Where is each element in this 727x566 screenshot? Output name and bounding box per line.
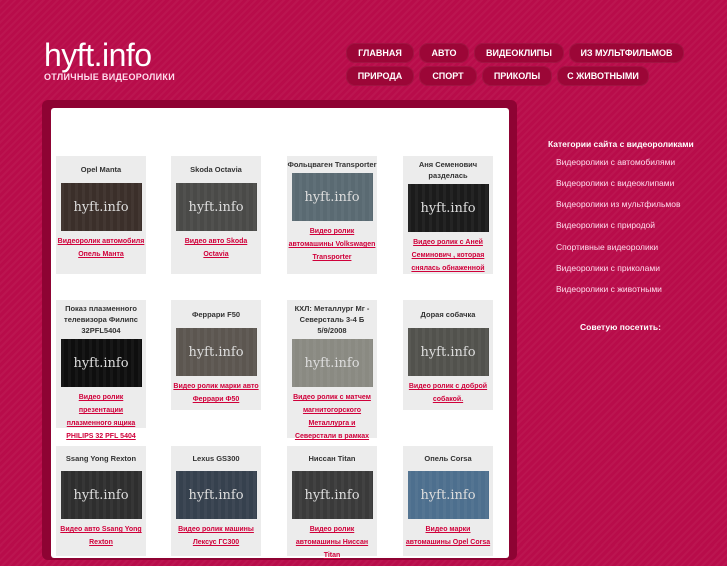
watermark-logo: hyft.info xyxy=(188,200,244,215)
video-link[interactable]: Видео ролик с доброй собакой. xyxy=(403,380,493,410)
watermark-logo: hyft.info xyxy=(73,200,129,215)
video-title: КХЛ: Металлург Мг - Северсталь 3-4 Б 5/9… xyxy=(294,304,370,335)
video-thumbnail[interactable]: hyft.info xyxy=(60,183,142,231)
video-title: Аня Семенович разделась xyxy=(418,160,478,180)
video-link[interactable]: Видео авто Skoda Octavia xyxy=(171,235,261,265)
video-title: Показ плазменного телевизора Филипс 32PF… xyxy=(64,304,138,335)
watermark-logo: hyft.info xyxy=(420,488,476,503)
site-subtitle: ОТЛИЧНЫЕ ВИДЕОРОЛИКИ xyxy=(44,72,175,82)
video-thumbnail[interactable]: hyft.info xyxy=(60,339,142,387)
nav-item-sport[interactable]: СПОРТ xyxy=(419,66,477,86)
sidebar-heading: Категории сайта с видеороликами xyxy=(548,139,694,149)
video-card: Opel Manta hyft.info Видеоролик автомоби… xyxy=(56,156,146,274)
nav-item-videoclips[interactable]: ВИДЕОКЛИПЫ xyxy=(474,43,564,63)
video-thumbnail[interactable]: hyft.info xyxy=(175,328,257,376)
video-title: Ssang Yong Rexton xyxy=(65,454,137,463)
video-link[interactable]: Видео ролик автомашины Volkswagen Transp… xyxy=(287,225,377,268)
video-link[interactable]: Видеоролик автомобиля Опель Манта xyxy=(56,235,146,265)
video-link[interactable]: Видео марки автомашины Opel Corsa xyxy=(403,523,493,553)
sidebar-link-videoclips[interactable]: Видеоролики с видеоклипами xyxy=(556,178,674,188)
video-thumbnail[interactable]: hyft.info xyxy=(407,471,489,519)
video-card: Показ плазменного телевизора Филипс 32PF… xyxy=(56,300,146,440)
video-thumbnail[interactable]: hyft.info xyxy=(407,184,489,232)
video-card: КХЛ: Металлург Мг - Северсталь 3-4 Б 5/9… xyxy=(287,300,377,453)
sidebar-recommend-heading: Советую посетить: xyxy=(580,322,661,332)
sidebar-link-animals[interactable]: Видеоролики с животными xyxy=(556,284,662,294)
video-thumbnail[interactable]: hyft.info xyxy=(291,471,373,519)
nav-item-home[interactable]: ГЛАВНАЯ xyxy=(346,43,414,63)
video-title: Феррари F50 xyxy=(191,310,241,319)
nav-item-cartoons[interactable]: ИЗ МУЛЬТФИЛЬМОВ xyxy=(569,43,684,63)
video-title: Skoda Octavia xyxy=(190,165,242,174)
video-thumbnail[interactable]: hyft.info xyxy=(291,173,373,221)
video-thumbnail[interactable]: hyft.info xyxy=(291,339,373,387)
watermark-logo: hyft.info xyxy=(188,488,244,503)
video-title: Ниссан Titan xyxy=(308,454,356,463)
video-card: Ниссан Titan hyft.info Видео ролик автом… xyxy=(287,446,377,559)
video-card: Фольцваген Transporter hyft.info Видео р… xyxy=(287,156,377,274)
watermark-logo: hyft.info xyxy=(420,201,476,216)
site-title: hyft.info xyxy=(44,37,152,73)
watermark-logo: hyft.info xyxy=(73,356,129,371)
video-card: Skoda Octavia hyft.info Видео авто Skoda… xyxy=(171,156,261,274)
video-thumbnail[interactable]: hyft.info xyxy=(60,471,142,519)
watermark-logo: hyft.info xyxy=(304,488,360,503)
nav-item-nature[interactable]: ПРИРОДА xyxy=(346,66,414,86)
video-title: Дорая собачка xyxy=(420,310,476,319)
watermark-logo: hyft.info xyxy=(73,488,129,503)
video-title: Опель Corsa xyxy=(424,454,472,463)
sidebar-link-sport[interactable]: Спортивные видеоролики xyxy=(556,242,658,252)
watermark-logo: hyft.info xyxy=(304,356,360,371)
watermark-logo: hyft.info xyxy=(420,345,476,360)
video-thumbnail[interactable]: hyft.info xyxy=(175,471,257,519)
watermark-logo: hyft.info xyxy=(188,345,244,360)
sidebar-link-nature[interactable]: Видеоролики с природой xyxy=(556,220,655,230)
video-thumbnail[interactable]: hyft.info xyxy=(407,328,489,376)
video-link[interactable]: Видео ролик презентации плазменного ящик… xyxy=(56,391,146,447)
sidebar-link-cars[interactable]: Видеоролики с автомобилями xyxy=(556,157,675,167)
sidebar-link-jokes[interactable]: Видеоролики с приколами xyxy=(556,263,660,273)
video-card: Ssang Yong Rexton hyft.info Видео авто S… xyxy=(56,446,146,556)
video-title: Фольцваген Transporter xyxy=(287,160,377,169)
nav-item-auto[interactable]: АВТО xyxy=(419,43,469,63)
video-card: Аня Семенович разделась hyft.info Видео … xyxy=(403,156,493,274)
video-card: Дорая собачка hyft.info Видео ролик с до… xyxy=(403,300,493,410)
video-link[interactable]: Видео ролик с Аней Семинович , которая с… xyxy=(403,236,493,279)
video-card: Lexus GS300 hyft.info Видео ролик машины… xyxy=(171,446,261,556)
sidebar-link-cartoons[interactable]: Видеоролики из мультфильмов xyxy=(556,199,680,209)
site-logo[interactable]: hyft.info ОТЛИЧНЫЕ ВИДЕОРОЛИКИ xyxy=(44,38,175,82)
video-card: Феррари F50 hyft.info Видео ролик марки … xyxy=(171,300,261,410)
video-title: Lexus GS300 xyxy=(192,454,240,463)
nav-item-jokes[interactable]: ПРИКОЛЫ xyxy=(482,66,552,86)
watermark-logo: hyft.info xyxy=(304,190,360,205)
video-link[interactable]: Видео ролик машины Лексус ГС300 xyxy=(171,523,261,553)
video-link[interactable]: Видео ролик марки авто Феррари Ф50 xyxy=(171,380,261,410)
nav-item-animals[interactable]: С ЖИВОТНЫМИ xyxy=(557,66,649,86)
video-card: Опель Corsa hyft.info Видео марки автома… xyxy=(403,446,493,556)
video-link[interactable]: Видео авто Ssang Yong Rexton xyxy=(56,523,146,553)
video-thumbnail[interactable]: hyft.info xyxy=(175,183,257,231)
video-title: Opel Manta xyxy=(80,165,122,174)
